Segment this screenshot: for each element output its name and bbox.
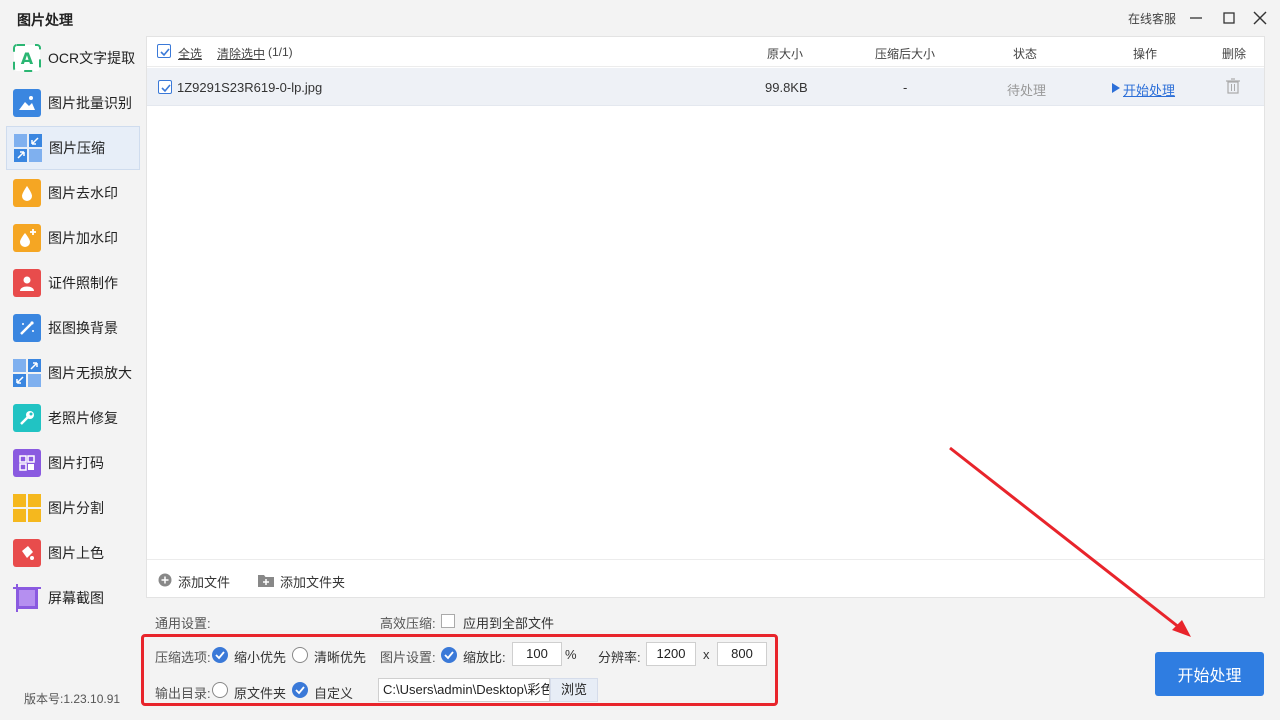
add-watermark-icon xyxy=(13,224,41,252)
col-action: 操作 xyxy=(1133,47,1158,61)
sidebar-item-remove-watermark[interactable]: 图片去水印 xyxy=(6,171,140,215)
close-icon[interactable] xyxy=(1250,8,1270,28)
sidebar-item-screenshot[interactable]: 屏幕截图 xyxy=(6,576,140,620)
col-status: 状态 xyxy=(1013,47,1038,61)
file-list-panel: 全选 清除选中 (1/1) 原大小 压缩后大小 状态 操作 删除 1Z9291S… xyxy=(146,36,1265,598)
table-row[interactable]: 1Z9291S23R619-0-lp.jpg 99.8KB - 待处理 开始处理 xyxy=(147,68,1264,106)
sidebar-item-label: 抠图换背景 xyxy=(48,320,118,336)
sidebar-item-add-watermark[interactable]: 图片加水印 xyxy=(6,216,140,260)
sidebar-item-mosaic[interactable]: 图片打码 xyxy=(6,441,140,485)
sidebar-item-label: 图片加水印 xyxy=(48,230,118,246)
ocr-icon: A xyxy=(13,44,41,72)
row-start-link[interactable]: 开始处理 xyxy=(1123,80,1175,99)
apply-all-label: 应用到全部文件 xyxy=(463,616,555,631)
sidebar-item-batch-recognize[interactable]: 图片批量识别 xyxy=(6,81,140,125)
select-all-link[interactable]: 全选 xyxy=(178,45,202,62)
list-header: 全选 清除选中 (1/1) 原大小 压缩后大小 状态 操作 删除 xyxy=(147,37,1264,67)
file-name: 1Z9291S23R619-0-lp.jpg xyxy=(177,80,323,95)
file-status: 待处理 xyxy=(1007,83,1047,98)
colorize-icon xyxy=(13,539,41,567)
col-compressed-size: 压缩后大小 xyxy=(875,47,936,61)
add-file-button[interactable]: 添加文件 xyxy=(158,572,230,591)
sidebar-item-label: 图片去水印 xyxy=(48,185,118,201)
play-icon xyxy=(1112,81,1120,96)
sidebar-item-colorize[interactable]: 图片上色 xyxy=(6,531,140,575)
add-folder-button[interactable]: 添加文件夹 xyxy=(258,572,345,591)
title-bar: 图片处理 在线客服 xyxy=(0,0,1280,36)
clear-selection-link[interactable]: 清除选中 xyxy=(217,45,265,62)
image-recognize-icon xyxy=(13,89,41,117)
minimize-icon[interactable] xyxy=(1186,8,1206,28)
apply-all-checkbox[interactable] xyxy=(441,614,455,628)
id-photo-icon xyxy=(13,269,41,297)
compress-icon xyxy=(14,134,42,162)
sidebar-item-label: 老照片修复 xyxy=(48,410,118,426)
highlight-box xyxy=(141,634,778,706)
sidebar-item-repair[interactable]: 老照片修复 xyxy=(6,396,140,440)
selection-count: (1/1) xyxy=(268,45,293,59)
sidebar-item-label: 图片压缩 xyxy=(49,140,105,156)
general-settings-label: 通用设置: xyxy=(155,616,211,631)
trash-icon[interactable] xyxy=(1226,78,1240,97)
add-folder-icon xyxy=(258,573,274,590)
remove-watermark-icon xyxy=(13,179,41,207)
sidebar-item-label: 图片批量识别 xyxy=(48,95,132,111)
file-original-size: 99.8KB xyxy=(765,80,808,95)
maximize-icon[interactable] xyxy=(1219,8,1239,28)
svg-text:A: A xyxy=(21,49,34,68)
sidebar-item-label: OCR文字提取 xyxy=(48,50,136,66)
sidebar: A OCR文字提取 图片批量识别 图片压缩 图片去水印 图片加水印 证件照制作 xyxy=(0,36,146,720)
version-text: 版本号:1.23.10.91 xyxy=(24,692,121,706)
sidebar-item-label: 图片无损放大 xyxy=(48,365,132,381)
panel-footer: 添加文件 添加文件夹 xyxy=(147,559,1264,597)
sidebar-item-label: 屏幕截图 xyxy=(48,590,104,606)
add-circle-icon xyxy=(158,573,172,590)
add-folder-label: 添加文件夹 xyxy=(280,575,346,590)
sidebar-item-enlarge[interactable]: 图片无损放大 xyxy=(6,351,140,395)
select-all-checkbox[interactable] xyxy=(157,44,171,58)
sidebar-item-label: 证件照制作 xyxy=(48,275,118,291)
file-compressed-size: - xyxy=(903,80,908,95)
enlarge-icon xyxy=(13,359,41,387)
cutout-icon xyxy=(13,314,41,342)
col-delete: 删除 xyxy=(1222,47,1247,61)
add-file-label: 添加文件 xyxy=(178,575,231,590)
sidebar-item-ocr[interactable]: A OCR文字提取 xyxy=(6,36,140,80)
start-process-button[interactable]: 开始处理 xyxy=(1155,652,1264,696)
sidebar-item-split[interactable]: 图片分割 xyxy=(6,486,140,530)
sidebar-item-id-photo[interactable]: 证件照制作 xyxy=(6,261,140,305)
repair-icon xyxy=(13,404,41,432)
col-original-size: 原大小 xyxy=(767,47,804,61)
sidebar-item-label: 图片上色 xyxy=(48,545,104,561)
sidebar-item-compress[interactable]: 图片压缩 xyxy=(6,126,140,170)
screenshot-icon xyxy=(13,584,41,612)
sidebar-item-cutout[interactable]: 抠图换背景 xyxy=(6,306,140,350)
sidebar-item-label: 图片分割 xyxy=(48,500,104,516)
split-icon xyxy=(13,494,41,522)
app-title: 图片处理 xyxy=(17,12,73,28)
online-support-link[interactable]: 在线客服 xyxy=(1128,10,1176,27)
mosaic-icon xyxy=(13,449,41,477)
efficient-compress-label: 高效压缩: xyxy=(380,616,436,631)
sidebar-item-label: 图片打码 xyxy=(48,455,104,471)
row-checkbox[interactable] xyxy=(158,80,172,94)
